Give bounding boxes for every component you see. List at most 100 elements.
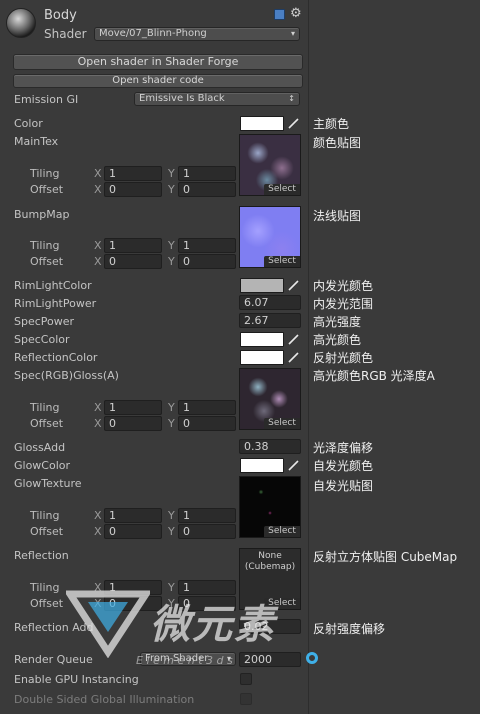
column-divider <box>308 0 309 714</box>
eyedropper-icon[interactable] <box>287 278 301 292</box>
glossadd-label: GlossAdd <box>14 441 66 454</box>
maintex-thumbnail[interactable]: Select <box>239 134 301 196</box>
maintex-offset-x-field[interactable]: 0 <box>104 182 162 197</box>
speccolor-note: 高光颜色 <box>313 333 362 347</box>
eyedropper-icon[interactable] <box>287 458 301 472</box>
maintex-tiling-x-axis: X <box>94 167 102 180</box>
glowtexture-offset-label: Offset <box>30 525 64 538</box>
gpu-instancing-checkbox[interactable] <box>240 673 252 685</box>
glowtexture-offset-x-axis: X <box>94 525 102 538</box>
glowtexture-note: 自发光贴图 <box>313 479 374 493</box>
glowtexture-offset-y-axis: Y <box>168 525 175 538</box>
eyedropper-icon[interactable] <box>287 350 301 364</box>
bumpmap-tiling-y-axis: Y <box>168 239 175 252</box>
eyedropper-icon[interactable] <box>287 116 301 130</box>
glowcolor-swatch[interactable] <box>240 458 284 473</box>
gpu-instancing-label: Enable GPU Instancing <box>14 673 139 686</box>
glossadd-field[interactable]: 0.38 <box>239 439 301 454</box>
specgloss-tiling-x-field[interactable]: 1 <box>104 400 162 415</box>
rimlightpower-label: RimLightPower <box>14 297 97 310</box>
bumpmap-tiling-x-field[interactable]: 1 <box>104 238 162 253</box>
maintex-offset-label: Offset <box>30 183 64 196</box>
rimlightcolor-swatch[interactable] <box>240 278 284 293</box>
reflectioncolor-label: ReflectionColor <box>14 351 98 364</box>
reflectioncolor-note: 反射光颜色 <box>313 351 374 365</box>
specgloss-offset-x-field[interactable]: 0 <box>104 416 162 431</box>
eyedropper-icon[interactable] <box>287 332 301 346</box>
maintex-tiling-x-field[interactable]: 1 <box>104 166 162 181</box>
double-sided-gi-checkbox[interactable] <box>240 693 252 705</box>
maintex-tiling-y-field[interactable]: 1 <box>178 166 236 181</box>
watermark-dot <box>306 652 318 664</box>
chevron-down-icon: ▾ <box>290 29 295 38</box>
shader-label: Shader <box>44 27 87 41</box>
glowtexture-select-button[interactable]: Select <box>264 526 300 537</box>
color-note: 主颜色 <box>313 117 350 131</box>
watermark-logo-icon <box>63 586 153 659</box>
specgloss-offset-y-axis: Y <box>168 417 175 430</box>
reflection-label: Reflection <box>14 549 69 562</box>
rimlightcolor-label: RimLightColor <box>14 279 92 292</box>
open-shader-forge-button[interactable]: Open shader in Shader Forge <box>13 54 303 70</box>
maintex-offset-x-axis: X <box>94 183 102 196</box>
help-book-icon[interactable] <box>274 9 285 20</box>
bumpmap-offset-x-field[interactable]: 0 <box>104 254 162 269</box>
glowtexture-label: GlowTexture <box>14 477 82 490</box>
glowtexture-tiling-x-axis: X <box>94 509 102 522</box>
glowtexture-tiling-y-field[interactable]: 1 <box>178 508 236 523</box>
reflectioncolor-swatch[interactable] <box>240 350 284 365</box>
render-queue-field[interactable]: 2000 <box>239 652 301 667</box>
reflection-cubemap-placeholder: None (Cubemap) <box>244 551 296 572</box>
rimlightpower-field[interactable]: 6.07 <box>239 295 301 310</box>
specpower-note: 高光强度 <box>313 315 362 329</box>
specgloss-thumbnail[interactable]: Select <box>239 368 301 430</box>
maintex-label: MainTex <box>14 135 59 148</box>
maintex-select-button[interactable]: Select <box>264 184 300 195</box>
shader-dropdown[interactable]: Move/07_Blinn-Phong ▾ <box>94 27 300 41</box>
bumpmap-thumbnail[interactable]: Select <box>239 206 301 268</box>
bumpmap-offset-y-axis: Y <box>168 255 175 268</box>
shader-dropdown-value: Move/07_Blinn-Phong <box>99 28 207 39</box>
glowtexture-tiling-x-field[interactable]: 1 <box>104 508 162 523</box>
glowtexture-tiling-label: Tiling <box>30 509 60 522</box>
material-name: Body <box>44 8 77 23</box>
speccolor-swatch[interactable] <box>240 332 284 347</box>
bumpmap-offset-label: Offset <box>30 255 64 268</box>
glowtexture-thumbnail[interactable]: Select <box>239 476 301 538</box>
bumpmap-select-button[interactable]: Select <box>264 256 300 267</box>
bumpmap-label: BumpMap <box>14 208 70 221</box>
glowtexture-offset-x-field[interactable]: 0 <box>104 524 162 539</box>
specgloss-offset-y-field[interactable]: 0 <box>178 416 236 431</box>
glowtexture-offset-y-field[interactable]: 0 <box>178 524 236 539</box>
specgloss-offset-x-axis: X <box>94 417 102 430</box>
specgloss-tiling-label: Tiling <box>30 401 60 414</box>
specgloss-tiling-y-field[interactable]: 1 <box>178 400 236 415</box>
maintex-tiling-label: Tiling <box>30 167 60 180</box>
specpower-field[interactable]: 2.67 <box>239 313 301 328</box>
bumpmap-tiling-x-axis: X <box>94 239 102 252</box>
reflection-tiling-label: Tiling <box>30 581 60 594</box>
material-preview-icon <box>6 8 36 38</box>
bumpmap-tiling-y-field[interactable]: 1 <box>178 238 236 253</box>
maintex-note: 颜色贴图 <box>313 136 362 150</box>
specgloss-offset-label: Offset <box>30 417 64 430</box>
emission-gi-value: Emissive Is Black <box>139 93 225 104</box>
gear-icon[interactable]: ⚙ <box>290 6 302 21</box>
bumpmap-offset-x-axis: X <box>94 255 102 268</box>
open-shader-code-button[interactable]: Open shader code <box>13 74 303 88</box>
rimlightpower-note: 内发光范围 <box>313 297 374 311</box>
specgloss-label: Spec(RGB)Gloss(A) <box>14 369 119 382</box>
color-label: Color <box>14 117 43 130</box>
glowcolor-note: 自发光颜色 <box>313 459 374 473</box>
color-swatch[interactable] <box>240 116 284 131</box>
maintex-offset-y-field[interactable]: 0 <box>178 182 236 197</box>
specgloss-tiling-y-axis: Y <box>168 401 175 414</box>
emission-gi-label: Emission GI <box>14 93 79 106</box>
bumpmap-note: 法线贴图 <box>313 209 362 223</box>
specgloss-select-button[interactable]: Select <box>264 418 300 429</box>
specgloss-note: 高光颜色RGB 光泽度A <box>313 369 435 383</box>
double-sided-gi-label: Double Sided Global Illumination <box>14 693 195 706</box>
bumpmap-offset-y-field[interactable]: 0 <box>178 254 236 269</box>
watermark-subtext: E l e m e n t 3 d s <box>136 654 233 667</box>
emission-gi-dropdown[interactable]: Emissive Is Black ↕ <box>134 92 300 106</box>
